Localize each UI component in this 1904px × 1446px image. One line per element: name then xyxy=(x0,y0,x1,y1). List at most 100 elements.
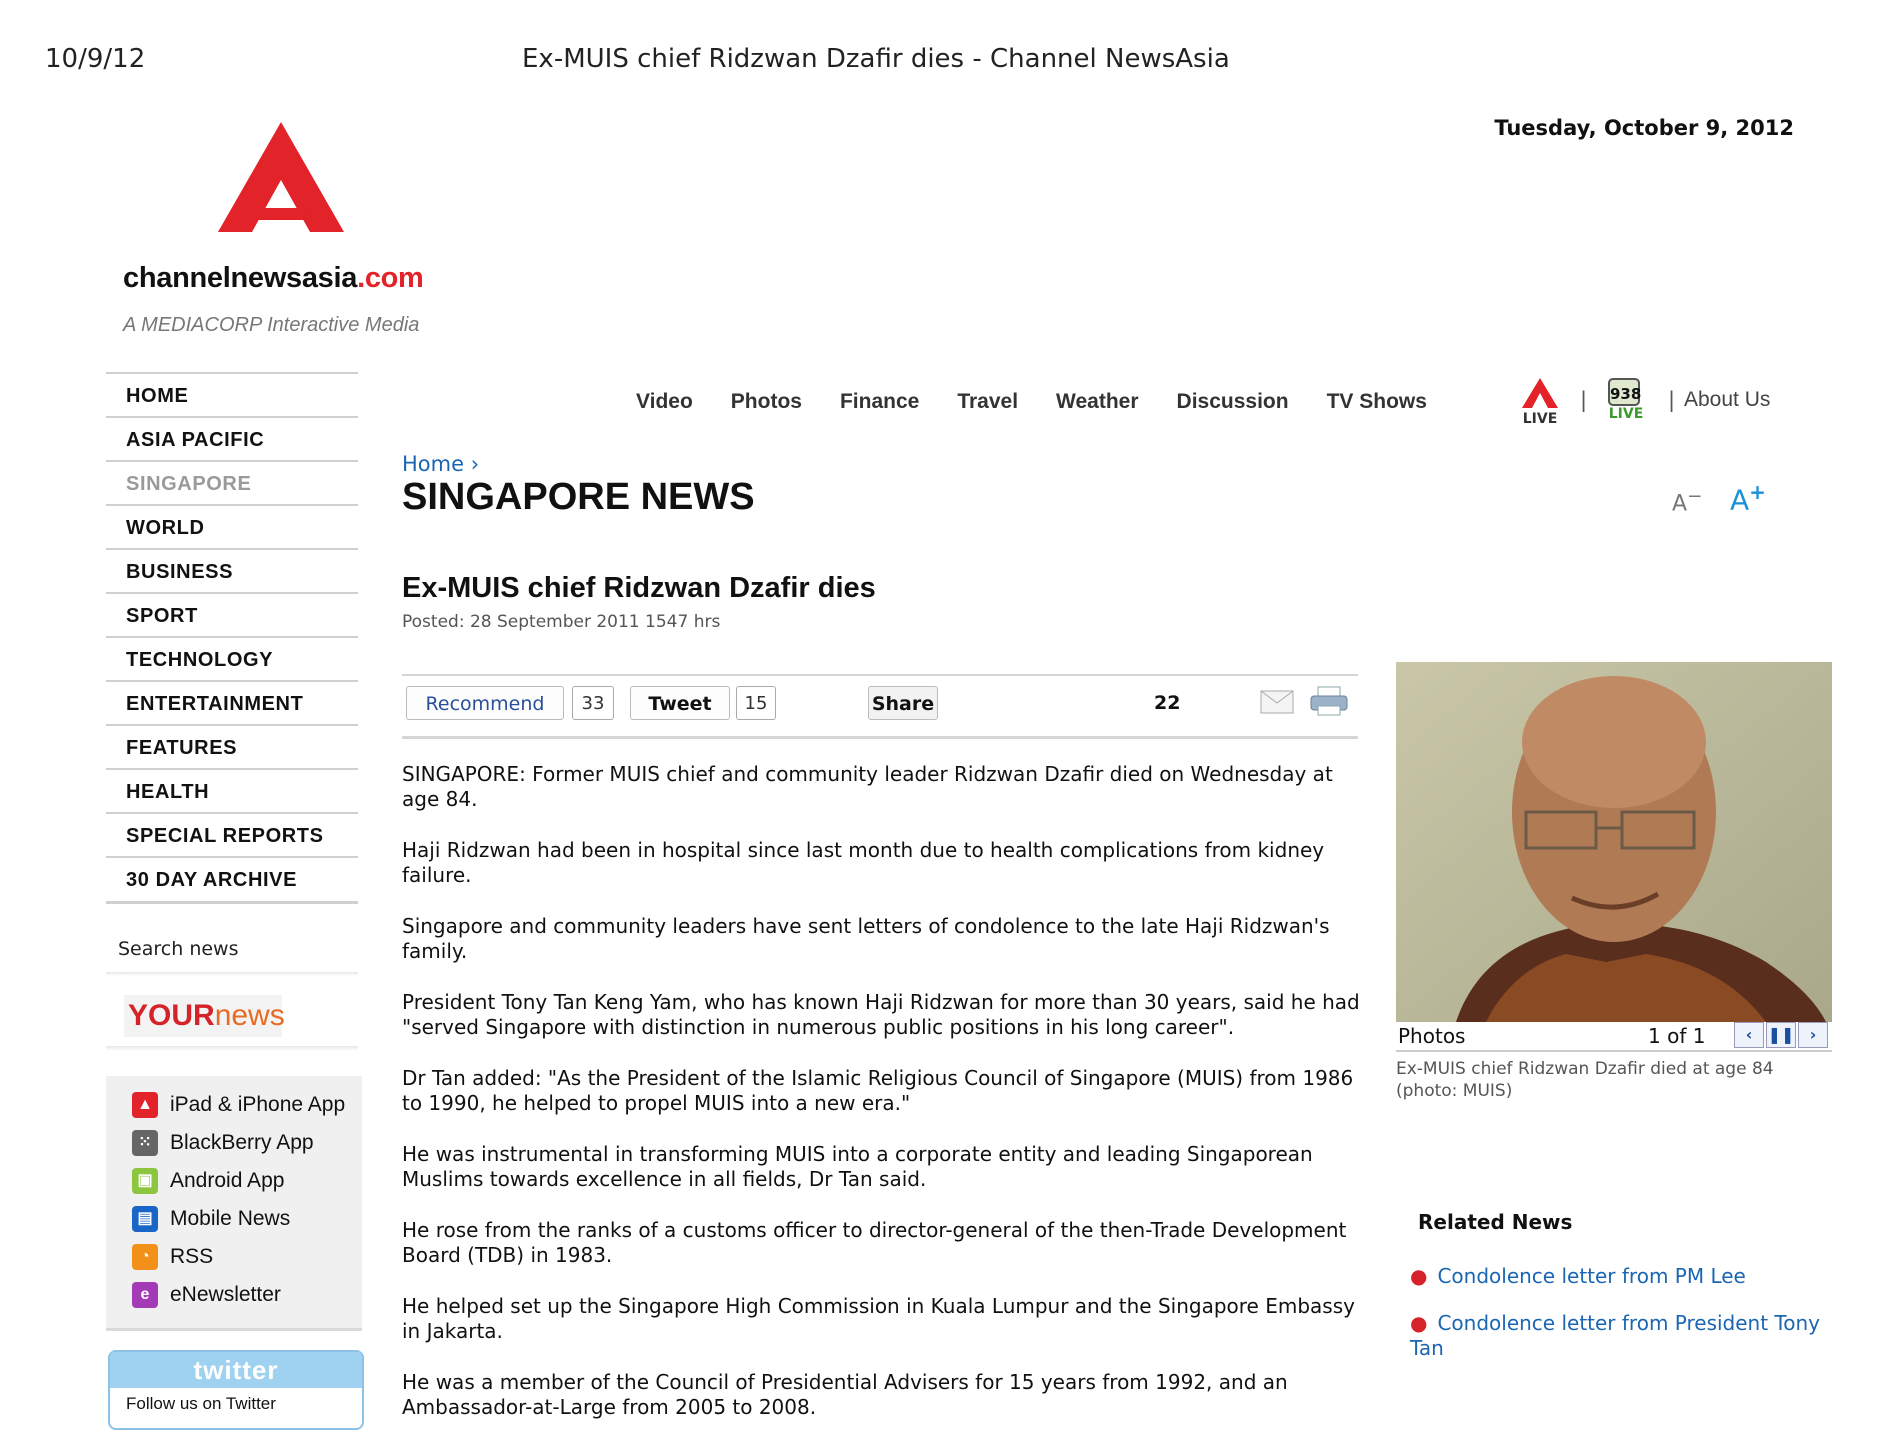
photo-pager: ‹ ❚❚ › xyxy=(1732,1022,1828,1048)
article-paragraph: Singapore and community leaders have sen… xyxy=(402,914,1330,963)
about-us-link[interactable]: About Us xyxy=(1684,388,1770,412)
posted-date: Posted: 28 September 2011 1547 hrs xyxy=(402,612,721,632)
nav-health[interactable]: HEALTH xyxy=(106,768,358,812)
next-photo-icon[interactable]: › xyxy=(1798,1022,1828,1048)
blackberry-icon: ⁙ xyxy=(132,1130,158,1156)
topnav-finance[interactable]: Finance xyxy=(840,390,919,414)
rss-link[interactable]: ◔ RSS xyxy=(106,1238,362,1276)
article-paragraph: Dr Tan added: "As the President of the I… xyxy=(402,1066,1354,1115)
article-headline: Ex-MUIS chief Ridzwan Dzafir dies xyxy=(402,572,876,604)
bullet-icon: ● xyxy=(1410,1264,1428,1288)
article-body: SINGAPORE: Former MUIS chief and communi… xyxy=(402,762,1362,1446)
radio-938-live-icon[interactable]: 938 LIVE xyxy=(1608,378,1644,424)
increase-font-button[interactable]: A+ xyxy=(1730,480,1766,516)
bullet-icon: ● xyxy=(1410,1311,1428,1335)
photo-caption: Ex-MUIS chief Ridzwan Dzafir died at age… xyxy=(1396,1059,1774,1101)
site-logo-text[interactable]: channelnewsasia.com xyxy=(123,262,424,295)
mobile-news-icon: ▤ xyxy=(132,1206,158,1232)
nav-entertainment[interactable]: ENTERTAINMENT xyxy=(106,680,358,724)
app-label: eNewsletter xyxy=(170,1283,281,1306)
print-icon[interactable] xyxy=(1310,686,1348,716)
photo-gallery-bar: Photos 1 of 1 ‹ ❚❚ › xyxy=(1396,1022,1832,1052)
tweet-count: 15 xyxy=(736,686,776,720)
top-nav: Video Photos Finance Travel Weather Disc… xyxy=(636,390,1465,414)
twitter-follow-box[interactable]: twitter Follow us on Twitter xyxy=(108,1350,364,1430)
live-label: LIVE xyxy=(1608,406,1644,422)
nav-business[interactable]: BUSINESS xyxy=(106,548,358,592)
cna-live-icon[interactable]: LIVE xyxy=(1522,378,1558,427)
decrease-font-button[interactable]: A− xyxy=(1672,486,1702,516)
related-news-link[interactable]: Condolence letter from PM Lee xyxy=(1437,1264,1745,1288)
enewsletter-icon: e xyxy=(132,1282,158,1308)
section-title: SINGAPORE NEWS xyxy=(402,476,755,518)
nav-asia-pacific[interactable]: ASIA PACIFIC xyxy=(106,416,358,460)
nav-special-reports[interactable]: SPECIAL REPORTS xyxy=(106,812,358,856)
recommend-count: 33 xyxy=(572,686,614,720)
nav-30-day-archive[interactable]: 30 DAY ARCHIVE xyxy=(106,856,358,904)
share-button[interactable]: Share xyxy=(868,686,938,720)
app-label: BlackBerry App xyxy=(170,1131,314,1154)
topnav-video[interactable]: Video xyxy=(636,390,693,414)
share-bar: Recommend 33 Tweet 15 Share 22 xyxy=(402,674,1358,739)
article-paragraph: SINGAPORE: Former MUIS chief and communi… xyxy=(402,762,1333,811)
email-icon[interactable] xyxy=(1260,690,1294,714)
logo-domain: channelnewsasia xyxy=(123,262,358,294)
topnav-tv-shows[interactable]: TV Shows xyxy=(1327,390,1427,414)
nav-home[interactable]: HOME xyxy=(106,372,358,416)
nav-sport[interactable]: SPORT xyxy=(106,592,358,636)
topnav-weather[interactable]: Weather xyxy=(1056,390,1138,414)
print-title: Ex-MUIS chief Ridzwan Dzafir dies - Chan… xyxy=(522,44,1230,74)
nav-singapore[interactable]: SINGAPORE xyxy=(106,460,358,504)
related-news-item: ● Condolence letter from PM Lee xyxy=(1410,1264,1830,1289)
topnav-discussion[interactable]: Discussion xyxy=(1177,390,1289,414)
share-count: 22 xyxy=(1154,692,1181,714)
recommend-button[interactable]: Recommend xyxy=(406,686,564,720)
article-paragraph: President Tony Tan Keng Yam, who has kno… xyxy=(402,990,1360,1039)
nav-world[interactable]: WORLD xyxy=(106,504,358,548)
app-label: RSS xyxy=(170,1245,214,1268)
minus-sign: − xyxy=(1687,486,1703,507)
article-paragraph: He was a member of the Council of Presid… xyxy=(402,1370,1288,1419)
app-label: Mobile News xyxy=(170,1207,291,1230)
search-news-link[interactable]: Search news xyxy=(118,938,239,960)
logo-tagline: A MEDIACORP Interactive Media xyxy=(123,314,420,336)
divider xyxy=(106,972,358,976)
twitter-logo: twitter xyxy=(110,1352,362,1388)
cna-live-logo-icon xyxy=(1522,378,1558,408)
article-photo[interactable] xyxy=(1396,662,1832,1022)
article-paragraph: Haji Ridzwan had been in hospital since … xyxy=(402,838,1325,887)
rss-icon: ◔ xyxy=(132,1244,158,1270)
ipad-iphone-app-link[interactable]: ▲ iPad & iPhone App xyxy=(106,1086,362,1124)
topnav-photos[interactable]: Photos xyxy=(731,390,802,414)
pause-slideshow-icon[interactable]: ❚❚ xyxy=(1766,1022,1796,1048)
related-news-list: ● Condolence letter from PM Lee ● Condolen… xyxy=(1410,1264,1830,1383)
topnav-travel[interactable]: Travel xyxy=(957,390,1018,414)
apple-app-icon: ▲ xyxy=(132,1092,158,1118)
article-paragraph: He helped set up the Singapore High Comm… xyxy=(402,1294,1355,1343)
mobile-news-link[interactable]: ▤ Mobile News xyxy=(106,1200,362,1238)
nav-technology[interactable]: TECHNOLOGY xyxy=(106,636,358,680)
app-label: Android App xyxy=(170,1169,285,1192)
yournews-banner[interactable]: YOURnews xyxy=(124,995,285,1037)
live-label: LIVE xyxy=(1522,411,1558,427)
android-icon: ▣ xyxy=(132,1168,158,1194)
related-news-heading: Related News xyxy=(1418,1210,1573,1234)
font-a-letter: A xyxy=(1672,491,1688,517)
app-label: iPad & iPhone App xyxy=(170,1093,346,1116)
android-app-link[interactable]: ▣ Android App xyxy=(106,1162,362,1200)
article-paragraph: He rose from the ranks of a customs offi… xyxy=(402,1218,1347,1267)
tweet-button[interactable]: Tweet xyxy=(630,686,730,720)
plus-sign: + xyxy=(1749,480,1766,504)
divider xyxy=(106,1046,358,1051)
enewsletter-link[interactable]: e eNewsletter xyxy=(106,1276,362,1314)
photos-label: Photos xyxy=(1398,1024,1466,1048)
related-news-link[interactable]: Condolence letter from President Tony Ta… xyxy=(1410,1311,1820,1360)
nav-features[interactable]: FEATURES xyxy=(106,724,358,768)
logo-tld: .com xyxy=(357,262,424,294)
breadcrumb-home[interactable]: Home › xyxy=(402,452,479,476)
cna-logo-icon[interactable] xyxy=(218,122,344,232)
blackberry-app-link[interactable]: ⁙ BlackBerry App xyxy=(106,1124,362,1162)
font-a-letter: A xyxy=(1730,483,1750,517)
yournews-news: news xyxy=(214,999,285,1032)
prev-photo-icon[interactable]: ‹ xyxy=(1734,1022,1764,1048)
